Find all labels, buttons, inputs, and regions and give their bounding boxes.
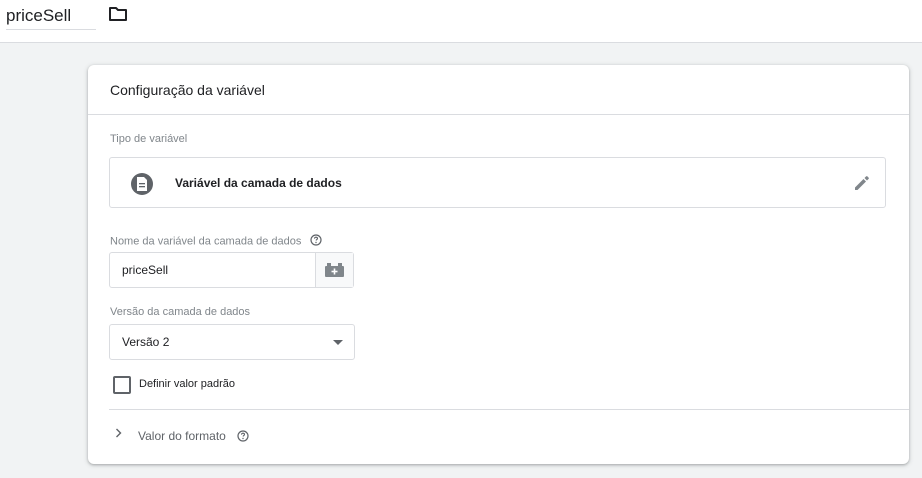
datalayer-version-value: Versão 2 [122, 335, 170, 349]
variable-type-selector[interactable]: Variável da camada de dados [109, 157, 886, 208]
variable-name-input[interactable] [6, 3, 96, 30]
format-value-label: Valor do formato [138, 429, 226, 443]
top-bar [0, 0, 922, 43]
default-value-checkbox[interactable] [113, 376, 131, 394]
dropdown-arrow-icon [333, 340, 343, 345]
variable-type-name: Variável da camada de dados [175, 176, 342, 190]
insert-variable-icon[interactable] [315, 253, 353, 287]
datalayer-version-select[interactable]: Versão 2 [109, 324, 355, 360]
help-circle-icon[interactable] [310, 234, 323, 249]
card-title: Configuração da variável [110, 82, 265, 98]
pencil-icon[interactable] [853, 174, 871, 192]
datalayer-name-label-row: Nome da variável da camada de dados [110, 234, 323, 249]
datalayer-name-field [109, 252, 354, 288]
section-divider [109, 409, 909, 410]
datalayer-name-label: Nome da variável da camada de dados [110, 235, 302, 248]
variable-configuration-card: Configuração da variável Tipo de variáve… [88, 65, 909, 464]
card-header-divider [88, 114, 909, 115]
datalayer-version-label: Versão da camada de dados [110, 306, 251, 318]
datalayer-name-input[interactable] [110, 253, 316, 287]
default-value-label[interactable]: Definir valor padrão [139, 378, 235, 390]
chevron-right-icon [114, 426, 124, 438]
document-icon [131, 173, 153, 195]
folder-icon[interactable] [108, 5, 128, 23]
variable-type-label: Tipo de variável [110, 133, 188, 145]
help-circle-icon[interactable] [237, 429, 249, 447]
